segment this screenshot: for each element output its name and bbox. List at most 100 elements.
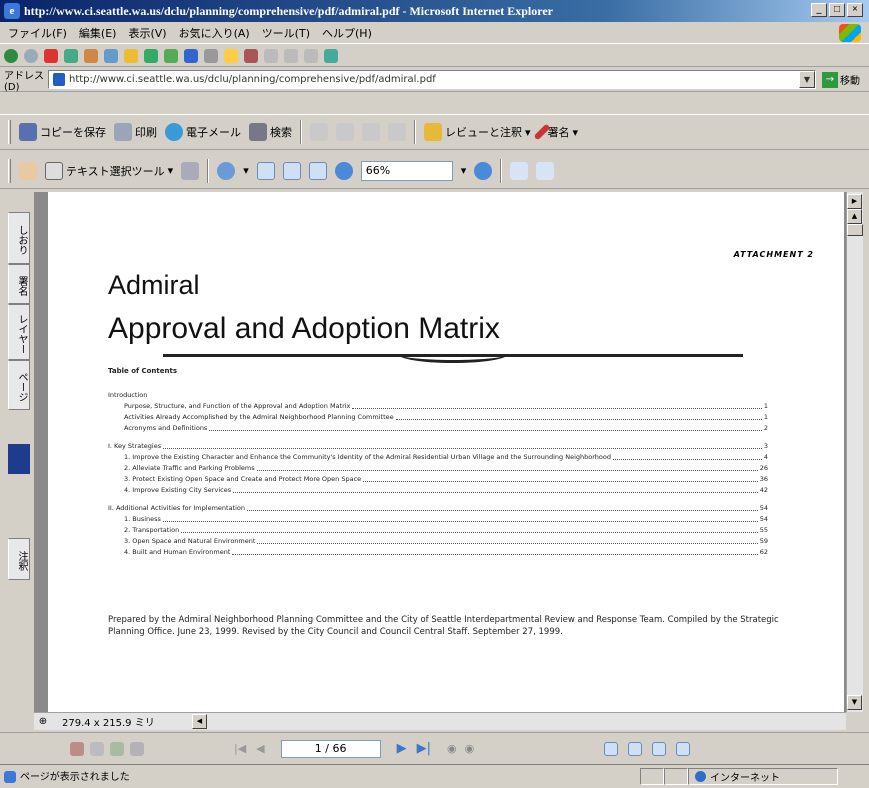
scroll-up-icon[interactable]: ▲ — [847, 209, 862, 224]
toc-entry[interactable]: Purpose, Structure, and Function of the … — [108, 401, 768, 412]
media-icon[interactable] — [144, 48, 158, 63]
hand-tool-icon[interactable] — [19, 161, 37, 180]
go-button[interactable]: → 移動 — [822, 71, 860, 88]
print-icon — [114, 123, 132, 141]
toc-section-label: Introduction — [108, 391, 148, 399]
toc-page-number: 54 — [759, 504, 768, 512]
toc-entry[interactable]: I. Key Strategies 3 — [108, 441, 768, 452]
next-view-icon[interactable]: ◉ — [465, 742, 475, 755]
next-page-icon[interactable]: ▶ — [397, 741, 407, 756]
toc-entry[interactable]: 1. Improve the Existing Character and En… — [108, 452, 768, 463]
forward-icon[interactable] — [24, 48, 38, 63]
messenger-icon[interactable] — [244, 48, 258, 63]
history-icon[interactable] — [164, 48, 178, 63]
print-icon[interactable] — [204, 48, 218, 63]
continuous-facing-icon[interactable] — [676, 741, 691, 756]
maximize-button[interactable]: □ — [829, 3, 845, 17]
separator — [300, 120, 302, 144]
ie-window: e http://www.ci.seattle.wa.us/dclu/plann… — [0, 0, 869, 788]
folder-icon[interactable] — [224, 48, 238, 63]
rotate-cw-icon[interactable] — [510, 161, 529, 180]
toc-entry[interactable]: 3. Protect Existing Open Space and Creat… — [108, 474, 768, 485]
tools-icon[interactable] — [324, 48, 338, 63]
zoom-out-icon[interactable] — [334, 161, 353, 180]
scroll-left-icon[interactable]: ◀ — [192, 714, 207, 729]
mail-icon[interactable] — [184, 48, 198, 63]
status-bar: ページが表示されました インターネット — [0, 764, 869, 788]
close-button[interactable]: × — [847, 3, 863, 17]
scroll-thumb[interactable] — [847, 224, 863, 236]
stop-icon[interactable] — [44, 48, 58, 63]
toc-entry[interactable]: Acronyms and Definitions 2 — [108, 423, 768, 434]
research-icon[interactable] — [304, 48, 318, 63]
toc-entry[interactable]: 2. Transportation 55 — [108, 525, 768, 536]
zoom-input[interactable]: 66% — [360, 160, 453, 181]
prev-view-icon[interactable]: ◉ — [447, 742, 457, 755]
undo-icon[interactable] — [336, 123, 354, 141]
tab-bookmarks[interactable]: しおり — [8, 212, 30, 264]
favorites-icon[interactable] — [124, 48, 138, 63]
menu-edit[interactable]: 編集(E) — [79, 25, 117, 41]
actual-size-icon[interactable] — [256, 161, 275, 180]
address-input[interactable]: http://www.ci.seattle.wa.us/dclu/plannin… — [48, 70, 816, 89]
fit-page-icon[interactable] — [282, 161, 301, 180]
snapshot-icon[interactable] — [181, 161, 200, 180]
menu-help[interactable]: ヘルプ(H) — [322, 25, 372, 41]
toc-entry[interactable]: II. Additional Activities for Implementa… — [108, 503, 768, 514]
toc-entry[interactable]: Introduction — [108, 390, 768, 401]
last-page-icon[interactable]: ▶| — [417, 741, 431, 756]
hand-icon[interactable] — [310, 123, 328, 141]
discuss-icon[interactable] — [284, 48, 298, 63]
sign-button[interactable]: 署名 ▾ — [533, 123, 578, 141]
page-number-input[interactable]: 1 / 66 — [280, 739, 381, 758]
title-bar: e http://www.ci.seattle.wa.us/dclu/plann… — [0, 0, 869, 22]
edit-icon[interactable] — [264, 48, 278, 63]
secure-icon[interactable] — [388, 123, 406, 141]
first-page-icon[interactable]: |◀ — [234, 742, 246, 755]
toc-section-key: I. Key Strategies 3 1. Improve the Existi… — [108, 441, 768, 496]
save-copy-button[interactable]: コピーを保存 — [19, 123, 106, 141]
separator — [414, 120, 416, 144]
toc-entry[interactable]: Activities Already Accomplished by the A… — [108, 412, 768, 423]
review-button[interactable]: レビューと注釈 ▾ — [424, 123, 531, 141]
menu-file[interactable]: ファイル(F) — [8, 25, 67, 41]
tab-layers[interactable]: レイヤー — [8, 304, 30, 360]
redo-icon[interactable] — [362, 123, 380, 141]
toc-entry-text: 2. Alleviate Traffic and Parking Problem… — [124, 464, 255, 472]
menu-view[interactable]: 表示(V) — [128, 25, 166, 41]
rotate-ccw-icon[interactable] — [536, 161, 555, 180]
status-icon-2 — [90, 741, 104, 756]
minimize-button[interactable]: _ — [811, 3, 827, 17]
toc-entry[interactable]: 3. Open Space and Natural Environment 59 — [108, 536, 768, 547]
toc-entry[interactable]: 1. Business 54 — [108, 514, 768, 525]
home-icon[interactable] — [84, 48, 98, 63]
toc-entry[interactable]: 4. Built and Human Environment 62 — [108, 547, 768, 558]
facing-icon[interactable] — [652, 741, 667, 756]
toc-entry[interactable]: 4. Improve Existing City Services 42 — [108, 485, 768, 496]
review-icon — [424, 123, 442, 141]
zoom-in-icon[interactable] — [217, 161, 236, 180]
email-button[interactable]: 電子メール — [165, 123, 241, 141]
refresh-icon[interactable] — [64, 48, 78, 63]
address-dropdown-icon[interactable]: ▼ — [799, 71, 815, 88]
back-icon[interactable] — [4, 48, 18, 63]
search-button[interactable]: 検索 — [249, 123, 292, 141]
single-page-icon[interactable] — [604, 741, 619, 756]
fit-width-icon[interactable] — [308, 161, 327, 180]
tab-signatures[interactable]: 署名 — [8, 264, 30, 304]
search-icon[interactable] — [104, 48, 118, 63]
menu-tools[interactable]: ツール(T) — [262, 25, 310, 41]
menu-favorites[interactable]: お気に入り(A) — [179, 25, 250, 41]
tab-pages[interactable]: ページ — [8, 360, 30, 410]
continuous-icon[interactable] — [628, 741, 643, 756]
toc-entry[interactable]: 2. Alleviate Traffic and Parking Problem… — [108, 463, 768, 474]
vertical-scrollbar[interactable]: ▶ ▲ ▼ — [846, 192, 863, 712]
zoom-plus-icon[interactable] — [474, 161, 493, 180]
document-viewport[interactable]: ATTACHMENT 2 Admiral Approval and Adopti… — [34, 192, 846, 712]
print-button[interactable]: 印刷 — [114, 123, 157, 141]
scroll-right-icon[interactable]: ▶ — [847, 194, 862, 209]
tab-comments[interactable]: 注釈 — [8, 538, 30, 580]
select-text-button[interactable]: テキスト選択ツール ▾ — [45, 161, 173, 180]
scroll-down-icon[interactable]: ▼ — [847, 695, 862, 710]
prev-page-icon[interactable]: ◀ — [256, 742, 264, 755]
